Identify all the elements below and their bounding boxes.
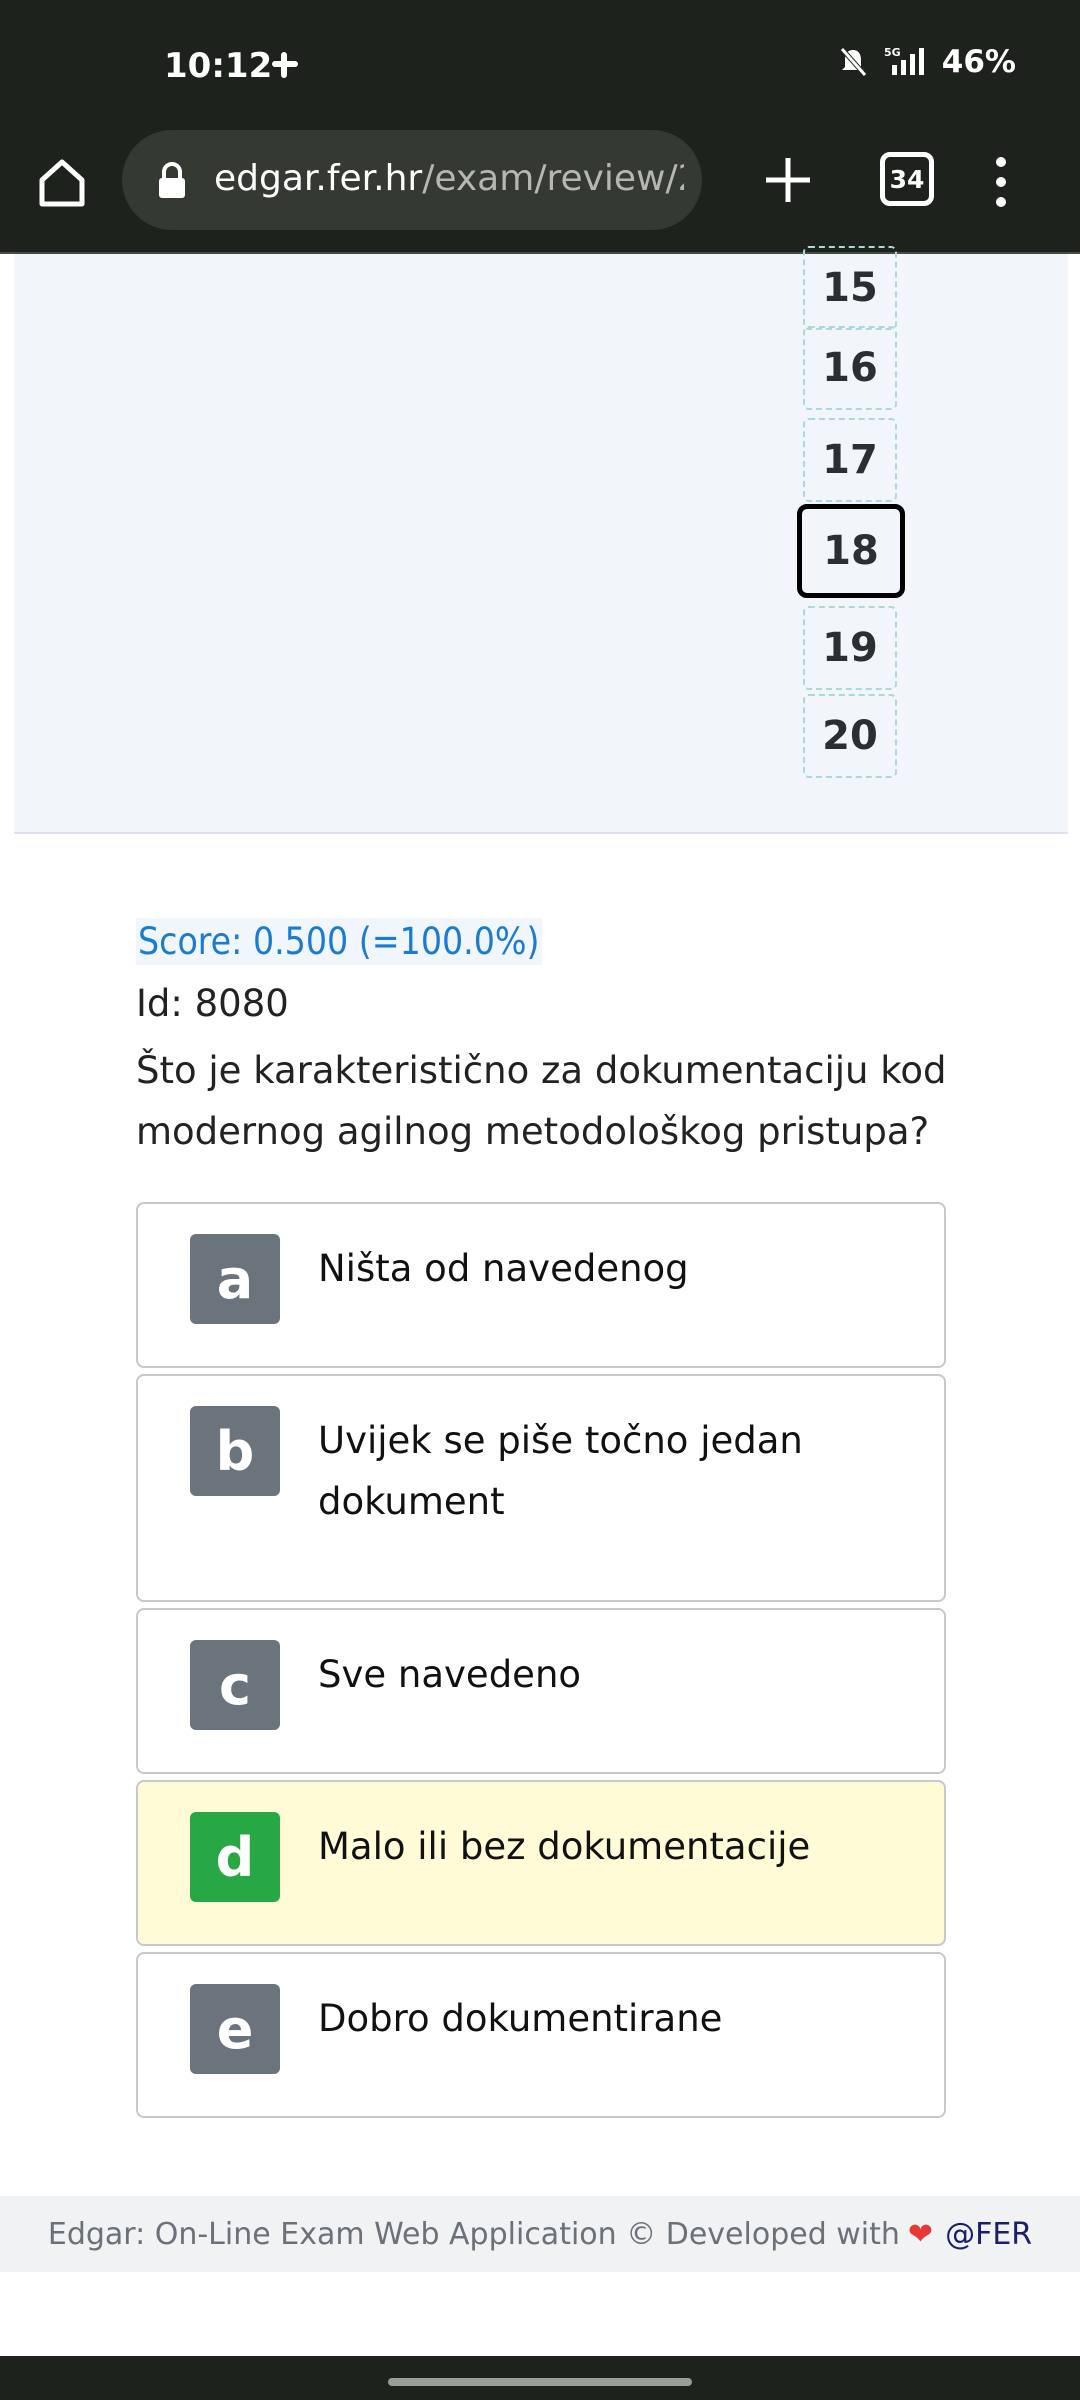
browser-toolbar: edgar.fer.hr/exam/review/27 34 [0, 130, 1080, 254]
lock-icon [159, 162, 185, 198]
question-id: Id: 8080 [136, 982, 289, 1025]
question-nav-16[interactable]: 16 [803, 326, 897, 410]
more-menu-icon[interactable] [986, 152, 1016, 212]
status-bar: 10:12 5G 46% [0, 0, 1080, 130]
new-tab-icon[interactable] [758, 150, 818, 210]
question-nav-18-current[interactable]: 18 [797, 504, 905, 598]
answer-letter: a [190, 1234, 280, 1324]
question-nav-15[interactable]: 15 [803, 246, 897, 330]
answer-option-a[interactable]: a Ništa od navedenog [136, 1202, 946, 1368]
mute-icon [839, 47, 867, 77]
status-time: 10:12 [164, 46, 273, 86]
battery-level: 46% [941, 44, 1016, 80]
question-nav-17[interactable]: 17 [803, 418, 897, 502]
address-bar[interactable]: edgar.fer.hr/exam/review/27 [122, 130, 702, 230]
answer-text: Sve navedeno [318, 1653, 582, 1696]
answer-text: Dobro dokumentirane [318, 1997, 723, 2040]
answer-letter: b [190, 1406, 280, 1496]
url-path: /exam/review/27 [422, 158, 684, 199]
question-nav-20[interactable]: 20 [803, 694, 897, 778]
answer-option-e[interactable]: e Dobro dokumentirane [136, 1952, 946, 2118]
status-indicators: 5G 46% [838, 44, 1016, 80]
signal-5g-icon: 5G [884, 46, 924, 75]
question-navigator: 15 16 17 18 19 20 [14, 246, 1068, 834]
answer-option-c[interactable]: c Sve navedeno [136, 1608, 946, 1774]
slack-icon [272, 52, 298, 78]
gesture-navigation-bar [0, 2356, 1080, 2400]
page-footer: Edgar: On-Line Exam Web Application © De… [0, 2196, 1080, 2272]
answer-text: Uvijek se piše točno jedan dokument [318, 1419, 803, 1523]
answer-text: Malo ili bez dokumentacije [318, 1825, 811, 1868]
answer-letter-correct: d [190, 1812, 280, 1902]
svg-text:5G: 5G [884, 46, 901, 59]
question-nav-19[interactable]: 19 [803, 606, 897, 690]
url-host: edgar.fer.hr [214, 158, 423, 199]
answer-option-b[interactable]: b Uvijek se piše točno jedan dokument [136, 1374, 946, 1602]
answer-letter: c [190, 1640, 280, 1730]
tab-switcher-button[interactable]: 34 [880, 152, 934, 206]
home-icon[interactable] [34, 154, 90, 210]
footer-text: Edgar: On-Line Exam Web Application © De… [47, 2216, 900, 2252]
heart-icon: ❤ [907, 2216, 934, 2252]
score-label: Score: 0.500 (=100.0%) [136, 918, 542, 965]
answer-letter: e [190, 1984, 280, 2074]
question-text: Što je karakteristično za dokumentaciju … [136, 1049, 947, 1153]
fer-link[interactable]: @FER [945, 2217, 1032, 2252]
answer-text: Ništa od navedenog [318, 1247, 689, 1290]
answer-option-d-selected[interactable]: d Malo ili bez dokumentacije [136, 1780, 946, 1946]
home-gesture-handle[interactable] [388, 2378, 692, 2386]
url-text: edgar.fer.hr/exam/review/27 [214, 158, 684, 199]
